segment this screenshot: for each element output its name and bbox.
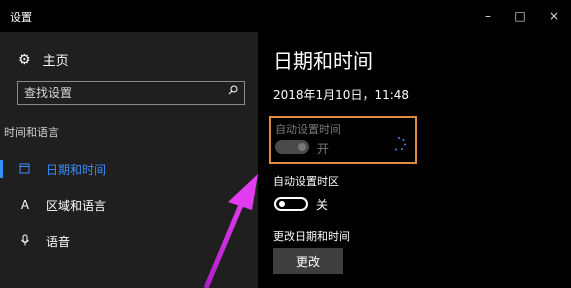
auto-time-label: 自动设置时间: [275, 123, 341, 136]
minimize-button[interactable]: –: [474, 4, 502, 28]
toggle-knob: [279, 201, 285, 207]
auto-time-state: 开: [317, 142, 330, 156]
sidebar-item-region-language[interactable]: A 区域和语言: [0, 190, 258, 220]
search-icon[interactable]: [228, 85, 238, 95]
close-button[interactable]: ×: [540, 4, 568, 28]
change-datetime-label: 更改日期和时间: [273, 230, 350, 243]
current-datetime: 2018年1月10日，11:48: [273, 88, 410, 102]
auto-time-highlight-box: 自动设置时间 开: [269, 116, 417, 164]
window-title: 设置: [10, 11, 32, 24]
auto-timezone-label: 自动设置时区: [273, 175, 339, 188]
sidebar: ⚙ 主页 时间和语言 日期和时间 A 区域和语言 语音: [0, 32, 258, 288]
region-language-icon: A: [20, 198, 30, 212]
sidebar-item-home[interactable]: ⚙ 主页: [18, 50, 69, 70]
toggle-knob: [298, 143, 306, 151]
sidebar-item-label: 区域和语言: [46, 198, 107, 213]
calendar-clock-icon: [18, 162, 32, 177]
sidebar-item-label: 日期和时间: [46, 162, 107, 177]
sidebar-section-title: 时间和语言: [4, 126, 59, 139]
sidebar-item-speech[interactable]: 语音: [0, 226, 258, 256]
loading-spinner-icon: [395, 137, 406, 151]
sidebar-item-label: 主页: [42, 54, 69, 69]
auto-time-toggle[interactable]: [275, 140, 309, 154]
microphone-icon: [18, 234, 32, 249]
main-content: 日期和时间 2018年1月10日，11:48 自动设置时间 开 自动设置时区 关…: [258, 32, 571, 288]
title-bar: 设置 – □ ×: [0, 0, 571, 32]
auto-timezone-state: 关: [316, 198, 329, 212]
auto-timezone-toggle[interactable]: [274, 197, 308, 211]
search-input[interactable]: [24, 86, 214, 100]
sidebar-item-date-time[interactable]: 日期和时间: [0, 154, 258, 184]
gear-icon: ⚙: [18, 51, 31, 68]
sidebar-item-label: 语音: [46, 234, 71, 249]
page-title: 日期和时间: [273, 49, 373, 73]
maximize-button[interactable]: □: [506, 4, 534, 28]
change-button[interactable]: 更改: [273, 248, 343, 274]
search-box[interactable]: [17, 81, 245, 105]
settings-window: 设置 – □ × ⚙ 主页 时间和语言 日期和时间 A 区域和语言: [0, 0, 571, 288]
